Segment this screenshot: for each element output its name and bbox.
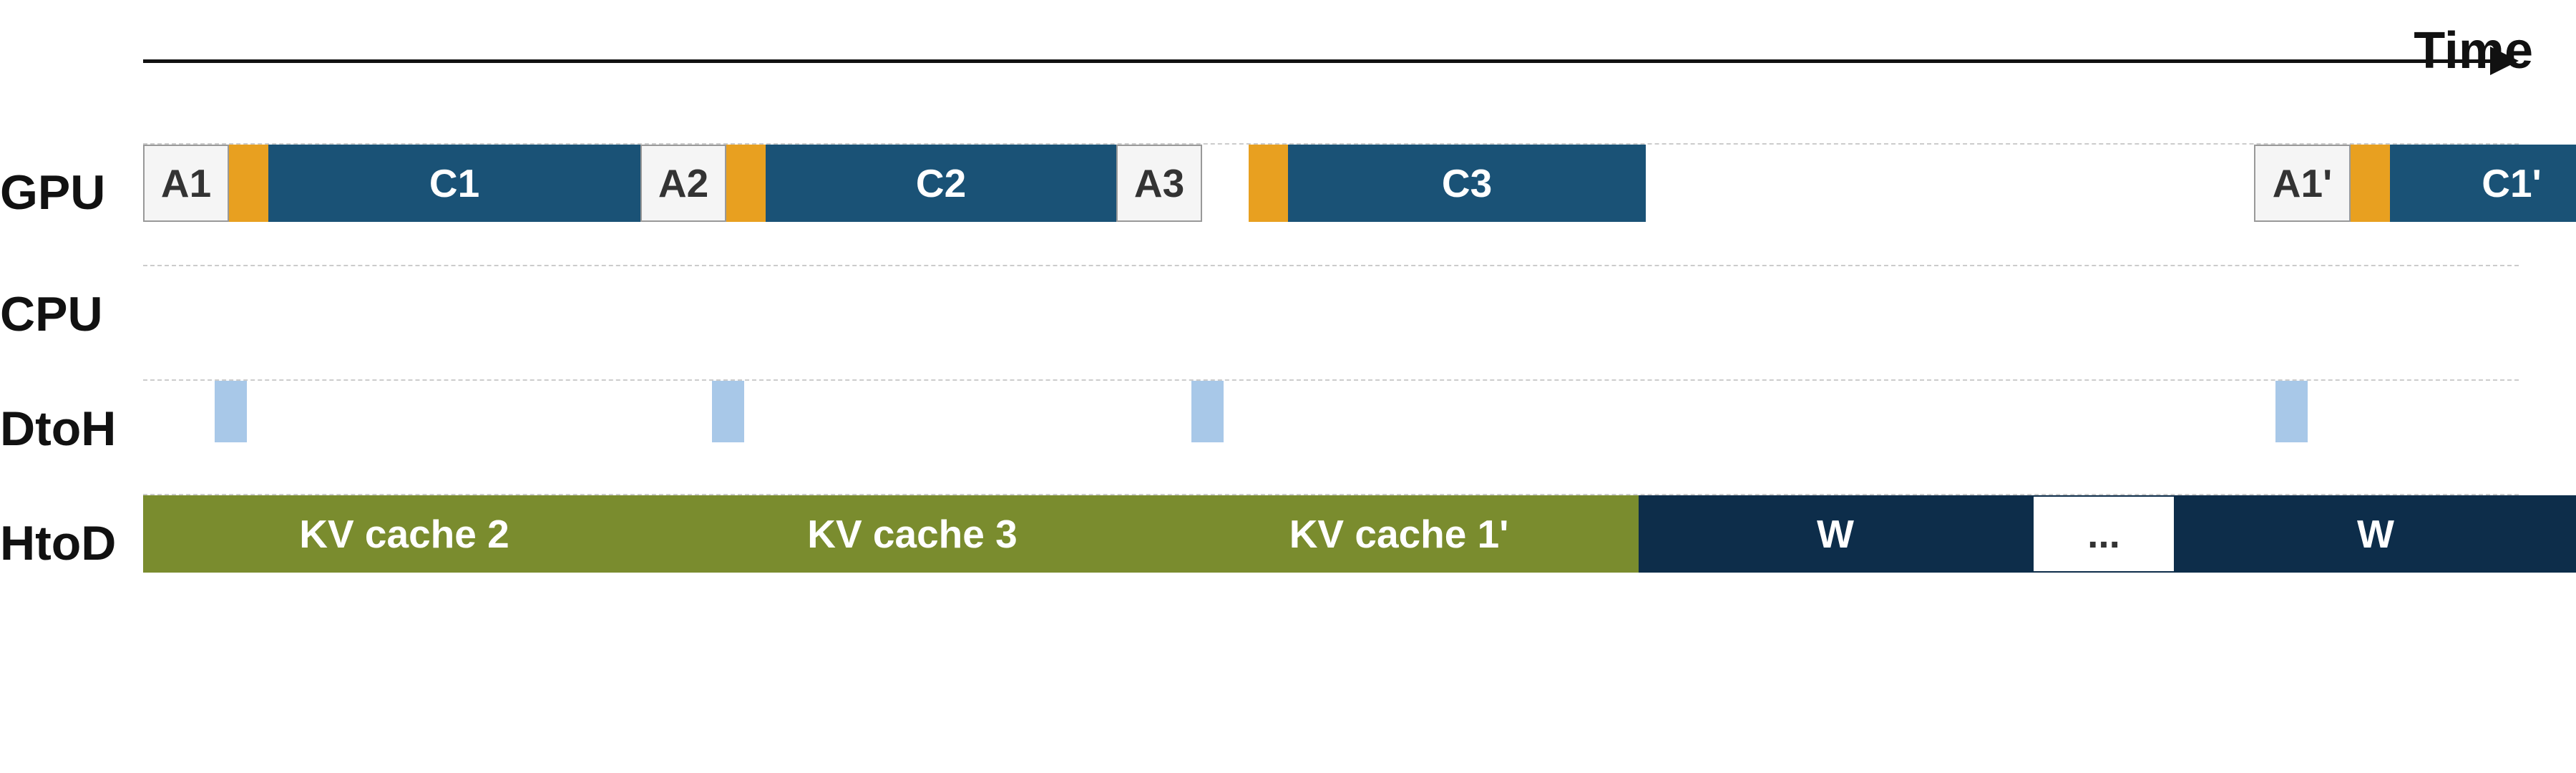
block-C3: C3 [1288, 145, 1646, 222]
dtoh-block-2 [712, 381, 744, 442]
cpu-row [143, 265, 2519, 344]
block-orange-1 [229, 145, 268, 222]
htod-ellipsis: ... [2032, 495, 2175, 573]
htod-kvcache2: KV cache 2 [143, 495, 665, 573]
block-A2: A2 [640, 145, 726, 222]
time-arrowhead [2490, 47, 2519, 75]
dtoh-label: DtoH [0, 401, 136, 457]
time-line [143, 59, 2490, 63]
block-orange-2 [726, 145, 766, 222]
htod-W1: W [1639, 495, 2032, 573]
htod-kvcache3: KV cache 3 [665, 495, 1159, 573]
gpu-row: A1 C1 A2 C2 A3 C3 A1' C1' [143, 143, 2519, 222]
htod-row: KV cache 2 KV cache 3 KV cache 1' W ... … [143, 494, 2519, 573]
htod-label: HtoD [0, 515, 136, 571]
block-C1: C1 [268, 145, 640, 222]
time-arrow [143, 57, 2519, 64]
htod-kvcache1prime: KV cache 1' [1159, 495, 1639, 573]
cpu-label: CPU [0, 286, 136, 342]
block-orange-4 [2351, 145, 2390, 222]
block-A1: A1 [143, 145, 229, 222]
block-C2: C2 [766, 145, 1116, 222]
block-orange-3 [1249, 145, 1288, 222]
dtoh-block-3 [1191, 381, 1224, 442]
diagram-container: Time GPU A1 C1 A2 C2 A3 C3 A1' C1' CPU [0, 0, 2576, 773]
block-A1-prime: A1' [2254, 145, 2351, 222]
dtoh-block-4 [2275, 381, 2308, 442]
block-C1-prime: C1' [2390, 145, 2576, 222]
htod-W2: W [2175, 495, 2576, 573]
dtoh-row [143, 379, 2519, 458]
gpu-label: GPU [0, 165, 136, 220]
block-A3: A3 [1116, 145, 1202, 222]
dtoh-block-1 [215, 381, 247, 442]
